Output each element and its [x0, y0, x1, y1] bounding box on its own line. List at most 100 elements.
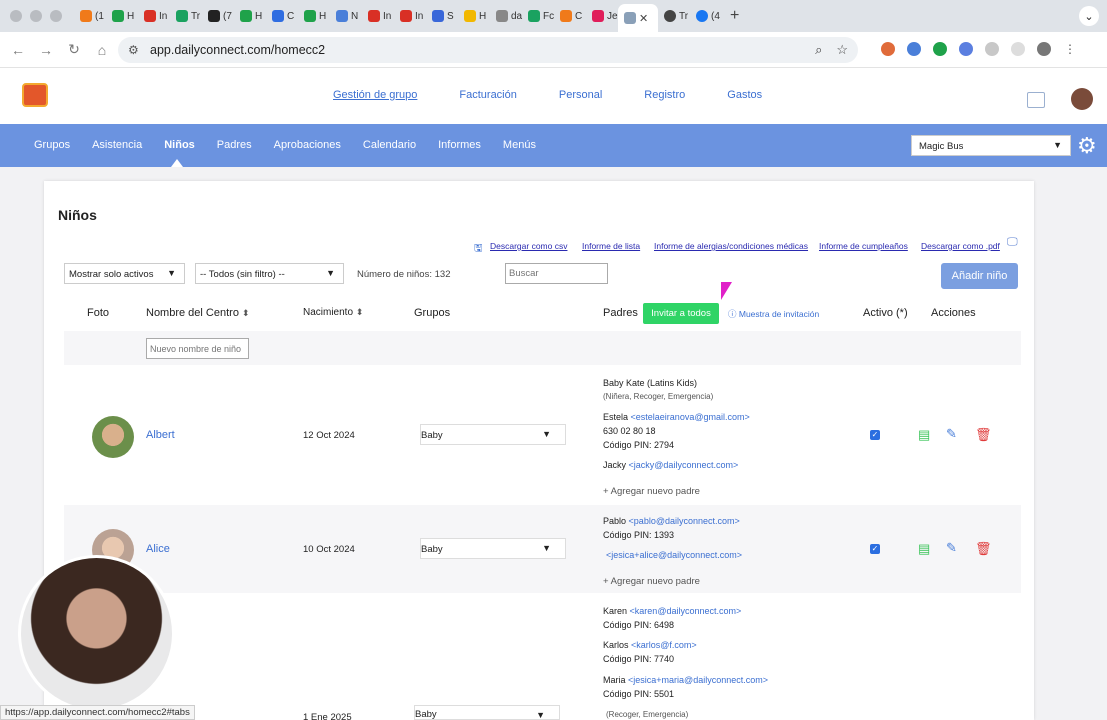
browser-tab[interactable]: H	[298, 4, 330, 28]
extension-icon[interactable]	[907, 42, 921, 56]
browser-tab[interactable]: (1	[74, 4, 106, 28]
child-group-select[interactable]: Baby ▼	[420, 424, 566, 445]
clipboard-icon[interactable]: ▤	[918, 541, 930, 557]
new-child-name-input[interactable]	[146, 338, 249, 359]
back-icon[interactable]: ←	[4, 42, 32, 58]
reload-icon[interactable]: ↻	[60, 41, 88, 58]
add-parent-link[interactable]: + Agregar nuevo padre	[603, 576, 700, 587]
nav-item[interactable]: Niños	[164, 139, 195, 151]
browser-tab[interactable]: Tr	[170, 4, 202, 28]
app-logo[interactable]	[22, 83, 48, 107]
extension-icon[interactable]	[881, 42, 895, 56]
col-dob-header[interactable]: Nacimiento ⬍	[303, 307, 363, 318]
browser-tab[interactable]: C	[266, 4, 298, 28]
allergy-report-link[interactable]: Informe de alergias/condiciones médicas	[654, 241, 808, 251]
nav-item[interactable]: Padres	[217, 139, 252, 151]
address-bar[interactable]: ⚙ app.dailyconnect.com/homecc2 ⌕ ☆	[118, 37, 858, 63]
add-child-button[interactable]: Añadir niño	[941, 263, 1018, 289]
browser-tab[interactable]: Fc	[522, 4, 554, 28]
more-menu-icon[interactable]: ⋮	[1063, 42, 1077, 56]
display-icon[interactable]: 🖵	[1007, 236, 1018, 249]
browser-tab[interactable]: S	[426, 4, 458, 28]
active-checkbox[interactable]: ✓	[870, 544, 880, 554]
browser-tab[interactable]: (4	[690, 4, 722, 28]
extension-icon[interactable]	[959, 42, 973, 56]
browser-tab[interactable]: In	[138, 4, 170, 28]
add-parent-link[interactable]: + Agregar nuevo padre	[603, 486, 700, 497]
edit-pencil-icon[interactable]: ✎	[946, 426, 957, 442]
nav-item[interactable]: Calendario	[363, 139, 416, 151]
top-link[interactable]: Personal	[559, 89, 602, 101]
parent-email-link[interactable]: <jesica+alice@dailyconnect.com>	[606, 550, 742, 560]
browser-tab[interactable]: N	[330, 4, 362, 28]
parent-email-link[interactable]: <karen@dailyconnect.com>	[630, 606, 742, 616]
browser-tab[interactable]: Tr	[658, 4, 690, 28]
profile-avatar-icon[interactable]	[1037, 42, 1051, 56]
extensions-puzzle-icon[interactable]	[985, 42, 999, 56]
top-link[interactable]: Gastos	[727, 89, 762, 101]
col-name-header[interactable]: Nombre del Centro ⬍	[146, 307, 250, 319]
child-name-link[interactable]: Albert	[146, 429, 175, 441]
top-link[interactable]: Facturación	[459, 89, 516, 101]
browser-tab[interactable]: H	[106, 4, 138, 28]
child-photo[interactable]	[92, 416, 134, 458]
browser-tab[interactable]: In	[362, 4, 394, 28]
top-link[interactable]: Gestión de grupo	[333, 89, 417, 101]
minimize-window-icon[interactable]	[30, 10, 42, 22]
browser-tab[interactable]: Je	[586, 4, 618, 28]
clipboard-icon[interactable]: ▤	[918, 427, 930, 443]
bookmark-star-icon[interactable]: ☆	[836, 42, 848, 58]
download-pdf-link[interactable]: Descargar como .pdf	[921, 241, 1000, 251]
edit-pencil-icon[interactable]: ✎	[946, 540, 957, 556]
user-avatar[interactable]	[1071, 88, 1093, 110]
tab-close-icon[interactable]: ✕	[639, 12, 648, 25]
window-controls[interactable]	[10, 10, 62, 22]
browser-tab[interactable]: In	[394, 4, 426, 28]
home-icon[interactable]: ⌂	[88, 42, 116, 58]
reading-list-icon[interactable]	[1011, 42, 1025, 56]
parent-email-link[interactable]: <pablo@dailyconnect.com>	[629, 516, 740, 526]
site-info-icon[interactable]: ⚙	[128, 43, 139, 57]
invite-sample-link[interactable]: ⓘ Muestra de invitación	[728, 308, 819, 320]
close-window-icon[interactable]	[10, 10, 22, 22]
nav-item[interactable]: Grupos	[34, 139, 70, 151]
list-report-link[interactable]: Informe de lista	[582, 241, 640, 251]
save-icon[interactable]: 🖫	[474, 241, 483, 258]
parent-email-link[interactable]: <estelaeiranova@gmail.com>	[631, 412, 750, 422]
parent-email-link[interactable]: <jesica+maria@dailyconnect.com>	[628, 675, 768, 685]
nav-item[interactable]: Informes	[438, 139, 481, 151]
nav-item[interactable]: Menús	[503, 139, 536, 151]
nav-item[interactable]: Aprobaciones	[274, 139, 341, 151]
browser-tab[interactable]: C	[554, 4, 586, 28]
maximize-window-icon[interactable]	[50, 10, 62, 22]
zoom-icon[interactable]: ⌕	[815, 42, 822, 58]
delete-trash-icon[interactable]: 🗑	[975, 427, 992, 443]
group-filter-select[interactable]: -- Todos (sin filtro) -- ▼	[195, 263, 344, 284]
browser-tab[interactable]: H	[234, 4, 266, 28]
top-link[interactable]: Registro	[644, 89, 685, 101]
search-input[interactable]	[505, 263, 608, 284]
sort-icon[interactable]: ⬍	[356, 307, 364, 317]
child-name-link[interactable]: Alice	[146, 543, 170, 555]
browser-tab[interactable]: H	[458, 4, 490, 28]
birthday-report-link[interactable]: Informe de cumpleaños	[819, 241, 908, 251]
nav-item[interactable]: Asistencia	[92, 139, 142, 151]
new-tab-button[interactable]: +	[730, 7, 739, 25]
organization-select[interactable]: Magic Bus ▼	[911, 135, 1071, 156]
tab-search-icon[interactable]: ⌄	[1079, 6, 1099, 26]
child-group-select[interactable]: Baby ▼	[420, 538, 566, 559]
child-group-select[interactable]: Baby ▼	[414, 705, 560, 720]
browser-tab[interactable]: (7	[202, 4, 234, 28]
browser-tab-active[interactable]: ✕	[618, 4, 658, 32]
extension-icon[interactable]	[933, 42, 947, 56]
active-checkbox[interactable]: ✓	[870, 430, 880, 440]
status-filter-select[interactable]: Mostrar solo activos ▼	[64, 263, 185, 284]
browser-tab[interactable]: da	[490, 4, 522, 28]
delete-trash-icon[interactable]: 🗑	[975, 541, 992, 557]
sort-icon[interactable]: ⬍	[242, 308, 250, 318]
gear-icon[interactable]: ⚙	[1077, 133, 1097, 159]
download-csv-link[interactable]: Descargar como csv	[490, 241, 567, 251]
invite-all-button[interactable]: Invitar a todos	[643, 303, 719, 324]
apps-grid-icon[interactable]	[1027, 92, 1045, 108]
parent-email-link[interactable]: <jacky@dailyconnect.com>	[629, 460, 739, 470]
